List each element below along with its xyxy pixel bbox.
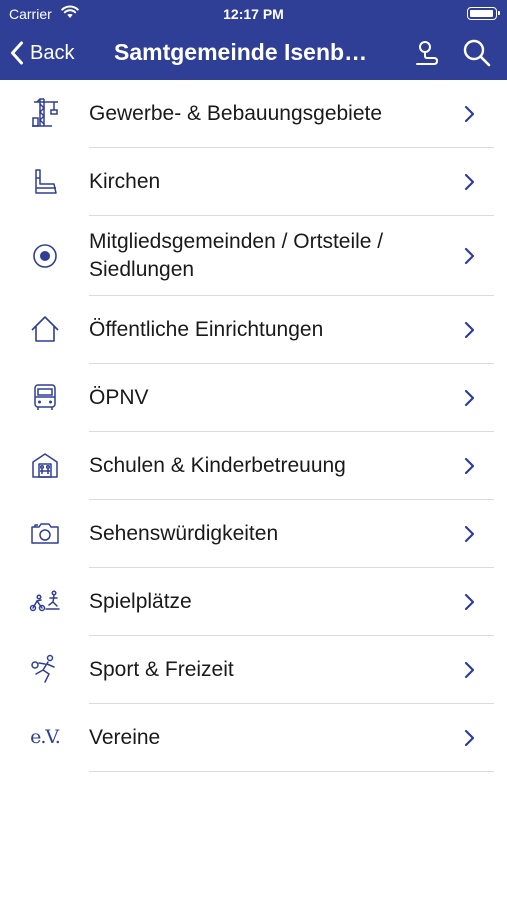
page-title: Samtgemeinde Isenb… <box>114 39 368 65</box>
playground-icon <box>27 583 63 619</box>
house-icon <box>27 311 63 347</box>
chevron-right-icon <box>464 321 475 339</box>
chevron-right-icon <box>464 525 475 543</box>
list-item-label: ÖPNV <box>89 386 149 409</box>
status-time: 12:17 PM <box>223 6 284 22</box>
list-item[interactable]: Sehenswürdigkeiten <box>0 500 507 568</box>
crane-icon <box>27 95 63 131</box>
battery-icon <box>467 7 500 20</box>
back-button[interactable]: Back <box>10 38 74 68</box>
target-dot-icon <box>27 238 63 274</box>
list-item[interactable]: Gewerbe- & Bebauungsgebiete <box>0 80 507 148</box>
back-label: Back <box>30 41 75 64</box>
list-item[interactable]: Schulen & Kinderbetreuung <box>0 432 507 500</box>
chevron-right-icon <box>464 661 475 679</box>
list-item[interactable]: e.V. Vereine <box>0 704 507 772</box>
route-map-icon[interactable] <box>412 38 442 68</box>
chevron-right-icon <box>464 105 475 123</box>
list-item-label: Vereine <box>89 726 161 749</box>
list-item-label: Öffentliche Einrichtungen <box>89 318 324 341</box>
list-item-label: Gewerbe- & Bebauungsgebiete <box>89 102 383 125</box>
list-item-label: Sehenswürdigkeiten <box>89 522 279 545</box>
list-item[interactable]: Mitgliedsgemeinden / Ortsteile / Siedlun… <box>0 216 507 296</box>
list-item[interactable]: Öffentliche Einrichtungen <box>0 296 507 364</box>
chevron-right-icon <box>464 173 475 191</box>
sport-runner-icon <box>27 651 63 687</box>
list-item[interactable]: Kirchen <box>0 148 507 216</box>
category-list: Gewerbe- & Bebauungsgebiete Kirchen Mitg… <box>0 80 507 772</box>
church-pew-icon <box>27 163 63 199</box>
list-item[interactable]: ÖPNV <box>0 364 507 432</box>
chevron-right-icon <box>464 457 475 475</box>
bus-icon <box>27 379 63 415</box>
school-icon <box>27 447 63 483</box>
list-item[interactable]: Sport & Freizeit <box>0 636 507 704</box>
chevron-left-icon <box>11 41 23 65</box>
list-item-label: Sport & Freizeit <box>89 658 234 681</box>
chevron-right-icon <box>464 593 475 611</box>
chevron-right-icon <box>464 729 475 747</box>
chevron-right-icon <box>464 389 475 407</box>
list-item-label: Mitgliedsgemeinden / Ortsteile / Siedlun… <box>89 230 384 281</box>
list-item-label: Schulen & Kinderbetreuung <box>89 454 346 477</box>
ev-icon-text: e.V. <box>30 726 61 748</box>
status-bar: Carrier 12:17 PM <box>0 0 507 28</box>
ev-icon: e.V. <box>27 719 63 755</box>
navigation-bar: Back Samtgemeinde Isenb… <box>0 28 507 80</box>
chevron-right-icon <box>464 247 475 265</box>
list-item-label: Kirchen <box>89 170 161 193</box>
list-item[interactable]: Spielplätze <box>0 568 507 636</box>
top-bar: Carrier 12:17 PM Back Samtgemeinde Isenb… <box>0 0 507 80</box>
list-item-label: Spielplätze <box>89 590 192 613</box>
camera-icon <box>27 515 63 551</box>
search-icon[interactable] <box>462 38 492 68</box>
